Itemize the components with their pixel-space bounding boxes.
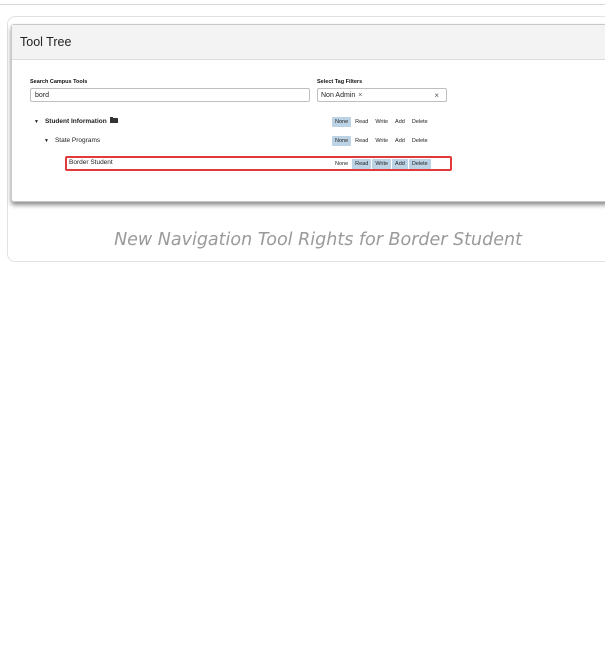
right-write-button[interactable]: Write [372, 117, 392, 127]
right-none-button[interactable]: None [332, 136, 352, 146]
tree-item-label: State Programs [54, 137, 101, 144]
panel-title: Tool Tree [12, 25, 605, 60]
right-none-button[interactable]: None [332, 117, 352, 127]
expand-arrow-icon[interactable]: ▼ [44, 138, 49, 144]
expand-arrow-icon[interactable]: ▼ [34, 119, 39, 125]
right-read-button[interactable]: Read [352, 136, 372, 146]
rights-group: None Read Write Add Delete [331, 117, 431, 127]
tag-chip-label: Non Admin [321, 92, 356, 99]
right-add-button[interactable]: Add [392, 117, 408, 127]
right-write-button[interactable]: Write [372, 136, 392, 146]
figure-caption: New Navigation Tool Rights for Border St… [114, 230, 522, 250]
tag-clear-icon[interactable]: × [434, 89, 439, 102]
right-add-button[interactable]: Add [392, 136, 408, 146]
tag-filter-label: Select Tag Filters [317, 79, 363, 85]
top-divider [0, 4, 605, 5]
search-label: Search Campus Tools [30, 79, 88, 85]
figure-card: Tool Tree Search Campus Tools bord Selec… [7, 16, 605, 262]
highlight-box [65, 156, 452, 171]
tag-chip: Non Admin × [321, 89, 362, 102]
tag-filter-select[interactable]: Non Admin × × [317, 88, 447, 102]
rights-group: None Read Write Add Delete [331, 136, 431, 146]
tree-item-state-programs[interactable]: ▼ State Programs [44, 136, 100, 146]
tag-chip-remove-icon[interactable]: × [358, 92, 362, 99]
folder-icon [109, 117, 118, 123]
tool-tree-screenshot: Tool Tree Search Campus Tools bord Selec… [11, 24, 605, 202]
right-read-button[interactable]: Read [352, 117, 372, 127]
tree-item-student-information[interactable]: ▼ Student Information [34, 117, 118, 127]
tree-item-label: Student Information [44, 118, 107, 125]
right-delete-button[interactable]: Delete [408, 117, 431, 127]
search-input[interactable]: bord [30, 88, 310, 102]
right-delete-button[interactable]: Delete [408, 136, 431, 146]
